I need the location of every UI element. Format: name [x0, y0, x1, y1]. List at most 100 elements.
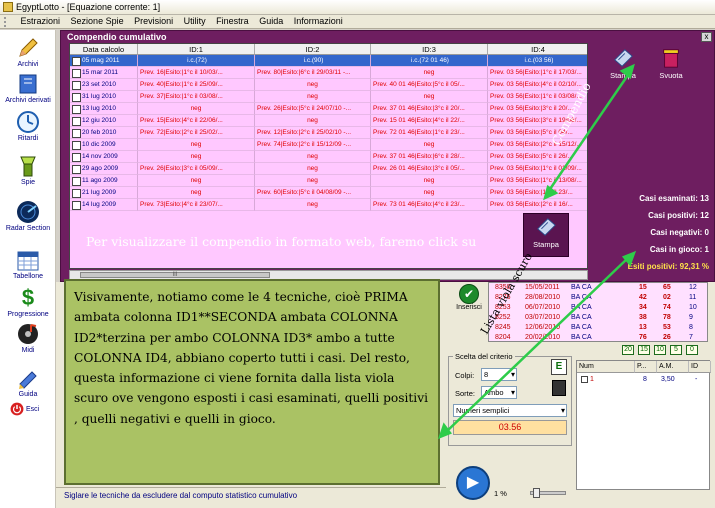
cell-id4[interactable]: Prev. 03 56|Esito:|1°c il 13/08/... [488, 175, 587, 187]
compendio-row[interactable]: 10 dic 2009 neg Prev. 74|Esito:|2°c il 15/… [70, 139, 587, 151]
compendio-row[interactable]: 13 lug 2010 neg Prev. 26|Esito:|5°c il 24/… [70, 103, 587, 115]
midi-button[interactable]: Midi [0, 322, 56, 354]
numeri-grid[interactable]: Num P... A.M. ID 1 8 3,50 - [576, 360, 711, 490]
scroll-thumb[interactable]: III [80, 272, 270, 278]
cell-id1[interactable]: Prev. 73|Esito:|4°c il 23/07/... [138, 199, 255, 211]
num-header[interactable]: Num [577, 361, 635, 373]
cell-date[interactable]: 12 giu 2010 [70, 115, 138, 127]
cell-id1[interactable]: neg [138, 103, 255, 115]
col-header-id3[interactable]: ID:3 [371, 44, 488, 55]
estrazione-row[interactable]: 8245 12/06/2010 BA CA 13 53 8 [489, 323, 707, 333]
estrazione-row[interactable]: 8253 06/07/2010 BA CA 34 74 10 [489, 303, 707, 313]
cell-id4[interactable]: Prev. 03 56|Esito:|4°c il 02/10/... [488, 79, 587, 91]
estrazione-row[interactable]: 8252 03/07/2010 BA CA 38 78 9 [489, 313, 707, 323]
cell-id2[interactable]: neg [255, 91, 371, 103]
cell-id2[interactable]: Prev. 80|Esito:|6°c il 29/03/11 -... [255, 67, 371, 79]
compendio-row[interactable]: 15 mar 2011 Prev. 16|Esito:|1°c il 10/03/… [70, 67, 587, 79]
menu-finestra[interactable]: Finestra [212, 15, 253, 27]
cell-id4[interactable]: i.c.(03 56) [488, 55, 587, 67]
cell-id1[interactable]: Prev. 26|Esito:|3°c il 05/09/... [138, 163, 255, 175]
col-header-id2[interactable]: ID:2 [255, 44, 371, 55]
compendio-row[interactable]: 11 ago 2009 neg neg neg Prev. 03 56|Esito:|1… [70, 175, 587, 187]
stampa-button[interactable]: Stampa [605, 47, 641, 87]
cell-date[interactable]: 11 ago 2009 [70, 175, 138, 187]
cell-date[interactable]: 29 ago 2009 [70, 163, 138, 175]
counter-10[interactable]: 10 [654, 345, 666, 355]
cell-id3[interactable]: neg [371, 67, 488, 79]
am-header[interactable]: A.M. [657, 361, 689, 373]
cell-id1[interactable]: neg [138, 187, 255, 199]
cell-id2[interactable]: neg [255, 175, 371, 187]
cell-id2[interactable]: Prev. 26|Esito:|5°c il 24/07/10 -... [255, 103, 371, 115]
svuota-button[interactable]: Svuota [653, 47, 689, 87]
cell-id3[interactable]: Prev. 26 01 46|Esito:|3°c il 05/... [371, 163, 488, 175]
cell-id1[interactable]: Prev. 15|Esito:|4°c il 22/06/... [138, 115, 255, 127]
cell-id4[interactable]: Prev. 03 56|Esito:|1°c il 01/09/... [488, 163, 587, 175]
tipo-select[interactable]: Numeri semplici [453, 404, 567, 417]
play-icon[interactable]: ▶ [456, 466, 490, 500]
sorte-select[interactable]: Ambo [481, 386, 517, 399]
cell-id4[interactable]: Prev. 03 56|Esito:|2°c il 15/12/... [488, 139, 587, 151]
cell-id3[interactable]: i.c.(72 01 46) [371, 55, 488, 67]
cell-date[interactable]: 15 mar 2011 [70, 67, 138, 79]
cell-id3[interactable]: Prev. 72 01 46|Esito:|1°c il 23/... [371, 127, 488, 139]
esci-button[interactable]: Esci [0, 402, 56, 416]
spie-button[interactable]: Spie [0, 154, 56, 186]
compendio-row[interactable]: 21 lug 2009 neg Prev. 60|Esito:|5°c il 04/… [70, 187, 587, 199]
cell-id3[interactable]: neg [371, 187, 488, 199]
cell-date[interactable]: 20 feb 2010 [70, 127, 138, 139]
cell-id2[interactable]: Prev. 60|Esito:|5°c il 04/08/09 -... [255, 187, 371, 199]
ritardi-button[interactable]: Ritardi [0, 110, 56, 142]
cell-id4[interactable]: Prev. 03 56|Esito:|5°c il 26/... [488, 151, 587, 163]
cell-id2[interactable]: neg [255, 163, 371, 175]
archivi-button[interactable]: Archivi [0, 36, 56, 68]
cell-date[interactable]: 21 lug 2009 [70, 187, 138, 199]
row-checkbox[interactable] [581, 375, 588, 383]
stampa-web-button[interactable]: Stampa [523, 213, 569, 257]
cell-date[interactable]: 14 nov 2009 [70, 151, 138, 163]
cell-id4[interactable]: Prev. 03 56|Esito:|1°c il 23/... [488, 187, 587, 199]
archivi-derivati-button[interactable]: Archivi derivati [0, 72, 56, 104]
compendio-row[interactable]: 14 lug 2009 Prev. 73|Esito:|4°c il 23/07/… [70, 199, 587, 211]
cell-id1[interactable]: neg [138, 139, 255, 151]
counter-15[interactable]: 15 [638, 345, 650, 355]
counter-20[interactable]: 20 [622, 345, 634, 355]
compendio-row[interactable]: 29 ago 2009 Prev. 26|Esito:|3°c il 05/09/… [70, 163, 587, 175]
cell-id1[interactable]: Prev. 40|Esito:|1°c il 25/09/... [138, 79, 255, 91]
estrazioni-grid[interactable]: 8350 15/05/2011 BA CA 15 65 12 8276 28/08/2010 B… [488, 282, 708, 342]
p-header[interactable]: P... [635, 361, 657, 373]
slider-knob[interactable] [533, 488, 540, 498]
cell-id3[interactable]: neg [371, 175, 488, 187]
cell-id3[interactable]: Prev. 37 01 46|Esito:|3°c il 20/... [371, 103, 488, 115]
cell-id3[interactable]: Prev. 37 01 46|Esito:|6°c il 28/... [371, 151, 488, 163]
menu-sezione-spie[interactable]: Sezione Spie [67, 15, 128, 27]
colpi-select[interactable]: 8 [481, 368, 517, 381]
col-header-id4[interactable]: ID:4 [488, 44, 587, 55]
estrazione-row[interactable]: 8204 20/02/2010 BA CA 76 26 7 [489, 333, 707, 341]
tabellone-button[interactable]: Tabellone [0, 248, 56, 280]
cell-id3[interactable]: Prev. 40 01 46|Esito:|5°c il 05/... [371, 79, 488, 91]
cell-id2[interactable]: neg [255, 79, 371, 91]
cell-id4[interactable]: Prev. 03 56|Esito:|5°c il 04/... [488, 127, 587, 139]
cell-id2[interactable]: neg [255, 151, 371, 163]
radar-section-button[interactable]: Radar Section [0, 200, 56, 232]
estrazione-row[interactable]: 8276 28/08/2010 BA CA 42 02 11 [489, 293, 707, 303]
cell-date[interactable]: 10 dic 2009 [70, 139, 138, 151]
cell-id2[interactable]: i.c.(90) [255, 55, 371, 67]
compendio-row[interactable]: 31 lug 2010 Prev. 37|Esito:|1°c il 03/08/… [70, 91, 587, 103]
cell-date[interactable]: 05 mag 2011 [70, 55, 138, 67]
guida-button[interactable]: Guida [0, 366, 56, 398]
cell-date[interactable]: 14 lug 2009 [70, 199, 138, 211]
numeri-field[interactable]: 03.56 [453, 420, 567, 435]
counter-5[interactable]: 5 [670, 345, 682, 355]
cell-id4[interactable]: Prev. 03 56|Esito:|2°c il 16/... [488, 199, 587, 211]
compendio-row[interactable]: 12 giu 2010 Prev. 15|Esito:|4°c il 22/06/… [70, 115, 587, 127]
cell-id1[interactable]: i.c.(72) [138, 55, 255, 67]
cell-id3[interactable]: Prev. 73 01 46|Esito:|4°c il 23/... [371, 199, 488, 211]
menu-informazioni[interactable]: Informazioni [290, 15, 347, 27]
id-header[interactable]: ID [689, 361, 711, 373]
cell-id1[interactable]: Prev. 72|Esito:|2°c il 25/02/... [138, 127, 255, 139]
cell-id2[interactable]: neg [255, 115, 371, 127]
cell-id3[interactable]: Prev. 15 01 46|Esito:|4°c il 22/... [371, 115, 488, 127]
cell-id2[interactable]: Prev. 74|Esito:|2°c il 15/12/09 -... [255, 139, 371, 151]
